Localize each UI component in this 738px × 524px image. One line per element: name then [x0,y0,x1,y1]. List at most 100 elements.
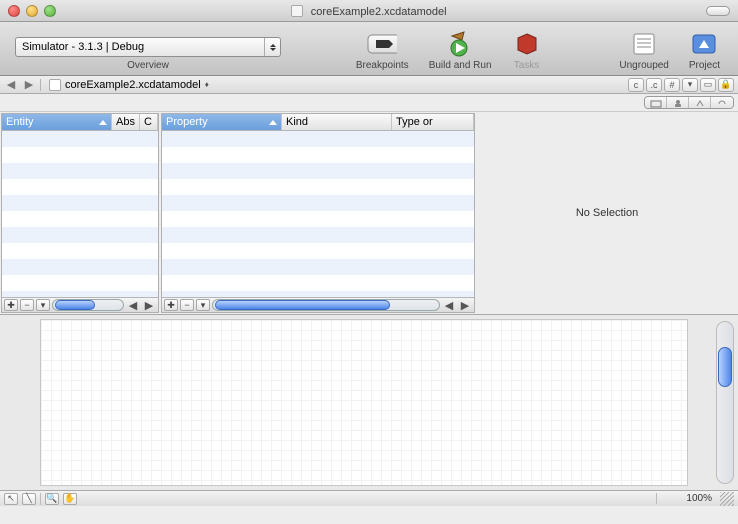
breakpoints-button[interactable]: Breakpoints [356,30,409,71]
history-forward-button[interactable]: ▶ [22,78,36,92]
table-row[interactable] [162,227,474,243]
entity-column-label: Entity [6,116,34,128]
inspector-tab-config[interactable] [689,97,711,109]
remove-property-button[interactable]: − [180,299,194,311]
ungrouped-icon [629,30,659,58]
table-row[interactable] [162,243,474,259]
window-title-text: coreExample2.xcdatamodel [311,6,447,18]
remove-entity-button[interactable]: − [20,299,34,311]
diagram-vscroll-thumb[interactable] [718,347,732,387]
table-row[interactable] [2,163,158,179]
resize-grip[interactable] [720,492,734,506]
table-row[interactable] [2,259,158,275]
ungrouped-button[interactable]: Ungrouped [619,30,668,71]
active-sdk-dropdown[interactable]: Simulator - 3.1.3 | Debug [15,37,281,57]
tasks-icon [512,30,542,58]
table-row[interactable] [162,147,474,163]
table-row[interactable] [2,131,158,147]
entity-rows[interactable] [2,131,158,297]
entity-hscrollbar[interactable] [52,299,124,311]
table-row[interactable] [162,195,474,211]
tasks-button[interactable]: Tasks [512,30,542,71]
scroll-right-button[interactable]: ▶ [142,299,156,312]
path-document[interactable]: coreExample2.xcdatamodel ♦ [45,79,213,91]
add-property-button[interactable]: ✚ [164,299,178,311]
counterpart-button[interactable]: c [628,78,644,92]
table-row[interactable] [2,195,158,211]
detail-pane: No Selection [477,113,737,313]
entity-view-mode-button[interactable]: ▾ [36,299,50,311]
table-row[interactable] [2,275,158,291]
lock-button[interactable]: 🔒 [718,78,734,92]
hand-tool-button[interactable]: ✋ [63,493,77,505]
included-files-button[interactable]: .c [646,78,662,92]
table-row[interactable] [162,211,474,227]
overview-label: Overview [127,60,169,71]
ungrouped-label: Ungrouped [619,60,668,71]
tasks-label: Tasks [514,60,540,71]
table-row[interactable] [2,227,158,243]
class-browser-button[interactable]: ▭ [700,78,716,92]
property-pane-footer: ✚ − ▾ ◀ ▶ [162,297,474,312]
abstract-column[interactable]: Abs [112,114,140,130]
entity-list-pane: Entity Abs C ✚ − ▾ ◀ ▶ [1,113,159,313]
document-icon [49,79,61,91]
property-view-mode-button[interactable]: ▾ [196,299,210,311]
project-label: Project [689,60,720,71]
scroll-right-button[interactable]: ▶ [458,299,472,312]
magnify-tool-button[interactable]: 🔍 [45,493,59,505]
property-hscrollbar[interactable] [212,299,440,311]
entity-column[interactable]: Entity [2,114,112,130]
diagram-area [0,314,738,490]
scroll-left-button[interactable]: ◀ [442,299,456,312]
type-column[interactable]: Type or [392,114,474,130]
property-rows[interactable] [162,131,474,297]
table-row[interactable] [2,243,158,259]
no-selection-label: No Selection [576,207,638,219]
property-column-header: Property Kind Type or [162,114,474,131]
zoom-level[interactable]: 100% [656,493,716,504]
bookmarks-button[interactable]: # [664,78,680,92]
kind-column[interactable]: Kind [282,114,392,130]
inspector-tab-general[interactable] [645,97,667,109]
build-and-run-button[interactable]: Build and Run [429,30,492,71]
sort-ascending-icon [99,120,107,125]
inspector-segmented-control[interactable] [644,96,734,109]
property-column-label: Property [166,116,208,128]
pointer-tool-button[interactable]: ↖ [4,493,18,505]
line-tool-button[interactable]: ╲ [22,493,36,505]
inspector-segment-row [0,94,738,112]
breakpoints-icon [367,30,397,58]
table-row[interactable] [162,163,474,179]
toolbar: Simulator - 3.1.3 | Debug Overview Break… [0,22,738,76]
history-back-button[interactable]: ◀ [4,78,18,92]
model-editor: Entity Abs C ✚ − ▾ ◀ ▶ Property Kind Typ… [0,112,738,314]
table-row[interactable] [2,179,158,195]
entity-column-header: Entity Abs C [2,114,158,131]
scroll-left-button[interactable]: ◀ [126,299,140,312]
class-column[interactable]: C [140,114,158,130]
table-row[interactable] [162,179,474,195]
diagram-vscroll-track[interactable] [716,321,734,484]
table-row[interactable] [162,131,474,147]
table-row[interactable] [162,275,474,291]
breakpoints-mini-button[interactable]: ▾ [682,78,698,92]
diagram-canvas[interactable] [40,319,688,486]
document-icon [291,5,303,17]
toolbar-toggle-button[interactable] [706,6,730,16]
table-row[interactable] [2,211,158,227]
table-row[interactable] [162,259,474,275]
property-column[interactable]: Property [162,114,282,130]
breakpoints-label: Breakpoints [356,60,409,71]
add-entity-button[interactable]: ✚ [4,299,18,311]
path-bar: ◀ ▶ coreExample2.xcdatamodel ♦ c .c # ▾ … [0,76,738,94]
dropdown-arrows-icon [264,38,280,56]
table-row[interactable] [2,147,158,163]
inspector-tab-user[interactable] [667,97,689,109]
window-title: coreExample2.xcdatamodel [0,4,738,18]
inspector-tab-sync[interactable] [711,97,733,109]
build-and-run-icon [445,30,475,58]
popup-indicator-icon: ♦ [205,80,209,89]
active-sdk-value: Simulator - 3.1.3 | Debug [22,41,144,53]
project-button[interactable]: Project [689,30,720,71]
